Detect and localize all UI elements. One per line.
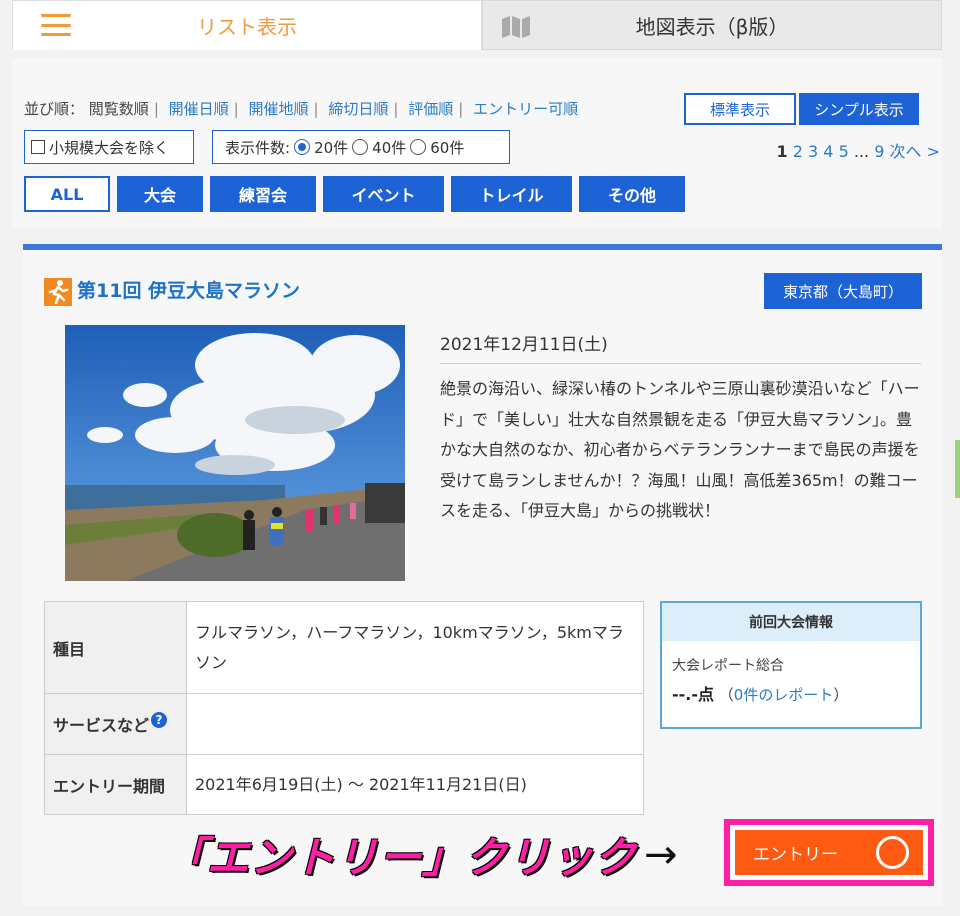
event-description: 絶景の海沿い、緑深い椿のトンネルや三原山裏砂漠沿いなど「ハード」で「美しい」壮大… <box>440 379 920 520</box>
category-filters: ALL 大会 練習会 イベント トレイル その他 <box>24 176 685 212</box>
page-link-3[interactable]: 3 <box>808 142 818 161</box>
hamburger-menu-icon[interactable] <box>41 14 71 36</box>
event-title-link[interactable]: 第11回 伊豆大島マラソン <box>77 276 300 303</box>
table-row: サービスなど? <box>44 693 644 755</box>
event-type-value: フルマラソン，ハーフマラソン，10kmマラソン，5kmマラソン <box>186 601 644 694</box>
radio-60[interactable] <box>410 139 427 155</box>
services-value <box>186 693 644 755</box>
event-info-table: 種目 フルマラソン，ハーフマラソン，10kmマラソン，5kmマラソン サービスな… <box>44 601 644 815</box>
previous-event-heading: 前回大会情報 <box>662 603 920 641</box>
map-icon <box>502 16 530 38</box>
view-tabs: リスト表示 地図表示（β版） <box>12 0 942 50</box>
sort-order: 並び順： 閲覧数順 | 開催日順 | 開催地順 | 締切日順 | 評価順 | エントリー可… <box>24 100 579 118</box>
checkbox-box[interactable] <box>31 140 45 154</box>
runner-icon <box>44 278 72 306</box>
previous-event-info: 前回大会情報 大会レポート総合 --.-点 （0件のレポート） <box>660 601 922 729</box>
radio-20[interactable] <box>294 139 311 155</box>
sort-by-rating[interactable]: 評価順 <box>408 100 453 118</box>
event-date: 2021年12月11日(土) <box>440 335 608 355</box>
category-other[interactable]: その他 <box>579 176 685 212</box>
event-photo[interactable] <box>65 325 405 581</box>
report-count-link[interactable]: 0件のレポート <box>734 686 834 704</box>
standard-view-button[interactable]: 標準表示 <box>684 93 796 125</box>
report-score: --.-点 <box>672 685 715 704</box>
services-label: サービスなど <box>53 716 150 735</box>
sort-current: 閲覧数順 <box>88 100 149 118</box>
table-row: 種目 フルマラソン，ハーフマラソン，10kmマラソン，5kmマラソン <box>44 601 644 694</box>
date-divider <box>440 363 921 364</box>
page-current: 1 <box>776 142 788 161</box>
page-link-5[interactable]: 5 <box>839 142 849 161</box>
search-controls: 並び順： 閲覧数順 | 開催日順 | 開催地順 | 締切日順 | 評価順 | エントリー可… <box>12 58 942 228</box>
help-icon[interactable]: ? <box>151 712 168 728</box>
report-summary-label: 大会レポート総合 <box>672 658 784 674</box>
click-annotation: 「エントリー」クリック <box>164 833 638 882</box>
category-practice[interactable]: 練習会 <box>210 176 316 212</box>
entry-period-label: エントリー期間 <box>44 754 187 815</box>
category-event[interactable]: イベント <box>323 176 444 212</box>
category-race[interactable]: 大会 <box>117 176 203 212</box>
page-link-last[interactable]: 9 <box>874 142 884 161</box>
sort-by-date[interactable]: 開催日順 <box>169 100 229 118</box>
exclude-small-events-checkbox[interactable]: 小規模大会を除く <box>24 130 194 164</box>
previous-event-body: 大会レポート総合 --.-点 （0件のレポート） <box>662 641 920 719</box>
display-count-label: 表示件数: <box>225 138 291 157</box>
tab-map-label: 地図表示（β版） <box>635 14 789 39</box>
tab-list-view[interactable]: リスト表示 <box>12 0 482 50</box>
radio-60-label: 60件 <box>430 138 465 157</box>
radio-40-label: 40件 <box>372 138 407 157</box>
sort-prefix: 並び順： <box>24 100 85 118</box>
simple-view-button[interactable]: シンプル表示 <box>799 93 919 125</box>
tab-list-label: リスト表示 <box>197 15 297 39</box>
entry-period-value: 2021年6月19日(土) 〜 2021年11月21日(日) <box>186 754 644 815</box>
sort-by-location[interactable]: 開催地順 <box>249 100 309 118</box>
display-count-selector: 表示件数: 20件 40件 60件 <box>212 130 510 164</box>
radio-40[interactable] <box>352 139 369 155</box>
category-trail[interactable]: トレイル <box>451 176 572 212</box>
radio-20-label: 20件 <box>314 138 349 157</box>
category-all[interactable]: ALL <box>24 176 110 212</box>
sort-by-deadline[interactable]: 締切日順 <box>328 100 388 118</box>
event-type-label: 種目 <box>44 601 187 694</box>
page-link-4[interactable]: 4 <box>823 142 833 161</box>
circle-icon <box>876 836 909 869</box>
exclude-small-label: 小規模大会を除く <box>49 138 170 157</box>
side-tab-edge[interactable] <box>955 440 960 498</box>
entry-highlight-frame: エントリー <box>724 819 934 886</box>
entry-button-label: エントリー <box>753 845 838 865</box>
pagination: 1 2 3 4 5 ... 9 次へ > <box>777 138 941 162</box>
region-badge[interactable]: 東京都（大島町） <box>764 273 922 309</box>
event-card: 第11回 伊豆大島マラソン 東京都（大島町） 2021年12月11日(土) 絶景… <box>23 244 942 906</box>
page-link-2[interactable]: 2 <box>793 142 803 161</box>
page-next-link[interactable]: 次へ > <box>890 142 941 161</box>
table-row: エントリー期間 2021年6月19日(土) 〜 2021年11月21日(日) <box>44 754 644 815</box>
sort-by-entry-available[interactable]: エントリー可順 <box>473 100 578 118</box>
services-label-cell: サービスなど? <box>44 693 187 755</box>
page: リスト表示 地図表示（β版） 並び順： 閲覧数順 | 開催日順 | 開催地順 | 締切… <box>0 0 960 916</box>
tab-map-view[interactable]: 地図表示（β版） <box>482 0 942 50</box>
arrow-right-icon: → <box>644 832 678 878</box>
entry-button[interactable]: エントリー <box>735 830 923 875</box>
page-ellipsis: ... <box>853 142 870 161</box>
report-score-line: --.-点 （0件のレポート） <box>672 685 849 704</box>
